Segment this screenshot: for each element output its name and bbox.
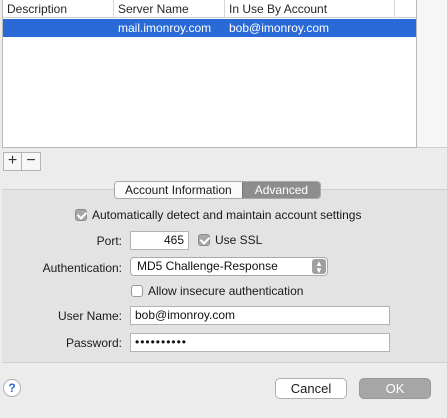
table-row[interactable]: mail.imonroy.com bob@imonroy.com bbox=[3, 19, 416, 37]
remove-server-button[interactable]: − bbox=[22, 152, 41, 171]
chevron-up-down-icon: ▲ ▼ bbox=[312, 259, 326, 275]
add-server-button[interactable]: + bbox=[3, 152, 22, 171]
tab-advanced[interactable]: Advanced bbox=[241, 182, 321, 198]
allow-insecure-label: Allow insecure authentication bbox=[148, 284, 304, 298]
authentication-popup[interactable]: MD5 Challenge-Response ▲ ▼ bbox=[130, 257, 328, 276]
cell-account: bob@imonroy.com bbox=[229, 21, 329, 35]
authentication-value: MD5 Challenge-Response bbox=[137, 259, 278, 273]
ok-button[interactable]: OK bbox=[359, 378, 431, 399]
cell-description bbox=[3, 19, 114, 37]
table-scroll-area bbox=[417, 0, 447, 148]
column-header-server-name[interactable]: Server Name bbox=[114, 0, 225, 18]
table-header: Description Server Name In Use By Accoun… bbox=[3, 0, 416, 18]
cell-server-name: mail.imonroy.com bbox=[118, 21, 212, 35]
column-header-in-use-by-account[interactable]: In Use By Account bbox=[225, 0, 395, 18]
password-field[interactable]: •••••••••• bbox=[130, 333, 390, 352]
use-ssl-checkbox[interactable] bbox=[198, 234, 210, 246]
auto-detect-checkbox[interactable] bbox=[75, 209, 87, 221]
port-label: Port: bbox=[96, 234, 122, 248]
server-table: Description Server Name In Use By Accoun… bbox=[2, 0, 417, 148]
username-field[interactable]: bob@imonroy.com bbox=[130, 306, 390, 325]
password-label: Password: bbox=[65, 336, 122, 350]
auto-detect-label: Automatically detect and maintain accoun… bbox=[92, 208, 362, 222]
tab-account-information[interactable]: Account Information bbox=[115, 182, 242, 198]
use-ssl-label: Use SSL bbox=[215, 233, 263, 247]
help-icon[interactable]: ? bbox=[3, 379, 21, 397]
authentication-label: Authentication: bbox=[42, 261, 122, 275]
username-label: User Name: bbox=[57, 309, 122, 323]
port-field[interactable]: 465 bbox=[130, 231, 189, 250]
column-header-description[interactable]: Description bbox=[3, 0, 114, 18]
cancel-button[interactable]: Cancel bbox=[275, 378, 347, 399]
allow-insecure-checkbox[interactable] bbox=[131, 285, 143, 297]
tab-bar: Account Information Advanced bbox=[114, 181, 322, 199]
